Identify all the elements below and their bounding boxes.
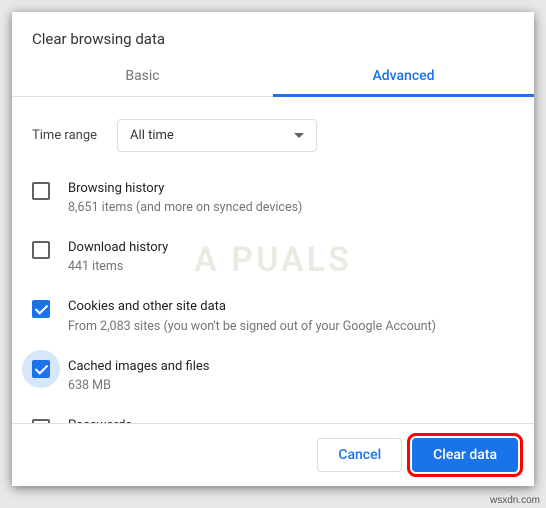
option-title: Cached images and files xyxy=(68,358,518,376)
option-cookies: Cookies and other site data From 2,083 s… xyxy=(32,288,518,347)
option-cached-images: Cached images and files 638 MB xyxy=(32,348,518,407)
dialog-title: Clear browsing data xyxy=(12,12,534,58)
chevron-down-icon xyxy=(294,133,304,138)
option-sub: 638 MB xyxy=(68,378,518,393)
option-title: Cookies and other site data xyxy=(68,298,518,316)
option-sub: 441 items xyxy=(68,259,518,274)
option-passwords: Passwords 166 passwords (synced) xyxy=(32,407,518,423)
checkbox-passwords[interactable] xyxy=(32,419,50,423)
option-browsing-history: Browsing history 8,651 items (and more o… xyxy=(32,170,518,229)
tab-advanced[interactable]: Advanced xyxy=(273,58,534,96)
time-range-row: Time range All time xyxy=(32,107,518,170)
checkbox-cached-images[interactable] xyxy=(32,360,50,378)
tabs: Basic Advanced xyxy=(12,58,534,97)
clear-browsing-data-dialog: Clear browsing data Basic Advanced A PUA… xyxy=(12,12,534,486)
source-note: wsxdn.com xyxy=(490,495,540,506)
checkbox-cookies[interactable] xyxy=(32,300,50,318)
tab-basic[interactable]: Basic xyxy=(12,58,273,96)
option-sub: From 2,083 sites (you won't be signed ou… xyxy=(68,319,518,334)
dialog-body[interactable]: A PUALS Time range All time Browsing his… xyxy=(12,97,534,423)
cancel-button[interactable]: Cancel xyxy=(317,438,402,472)
time-range-select[interactable]: All time xyxy=(117,119,317,152)
time-range-value: All time xyxy=(130,128,174,143)
checkbox-download-history[interactable] xyxy=(32,241,50,259)
options-list: Browsing history 8,651 items (and more o… xyxy=(32,170,518,423)
checkbox-browsing-history[interactable] xyxy=(32,182,50,200)
option-download-history: Download history 441 items xyxy=(32,229,518,288)
option-sub: 8,651 items (and more on synced devices) xyxy=(68,200,518,215)
dialog-actions: Cancel Clear data xyxy=(12,423,534,486)
option-title: Browsing history xyxy=(68,180,518,198)
option-title: Download history xyxy=(68,239,518,257)
time-range-label: Time range xyxy=(32,128,97,143)
option-title: Passwords xyxy=(68,417,518,423)
clear-data-button[interactable]: Clear data xyxy=(412,438,518,472)
